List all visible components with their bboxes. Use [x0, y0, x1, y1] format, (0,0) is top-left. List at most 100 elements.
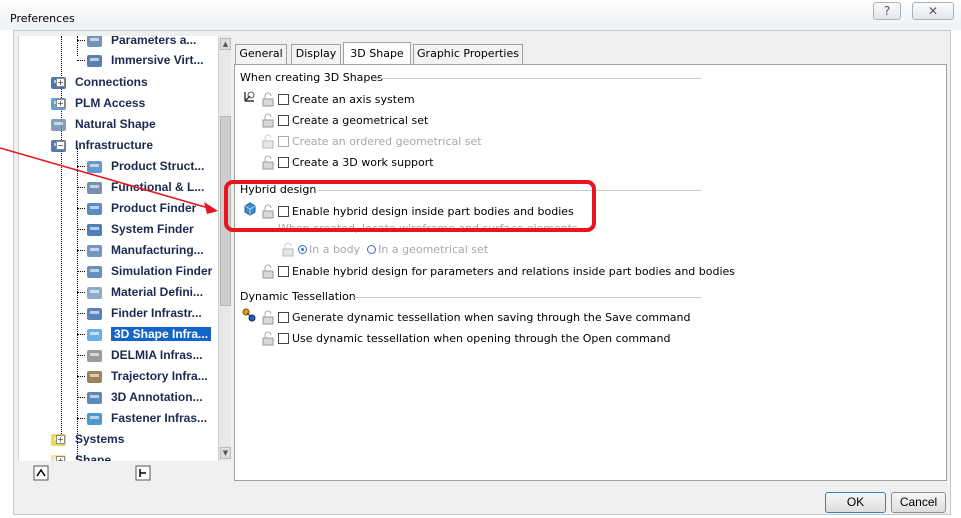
tree-item-label: Product Struct... [111, 159, 205, 173]
lock-icon [282, 242, 294, 257]
tab-display[interactable]: Display [291, 44, 341, 64]
expand-node-icon[interactable]: + [56, 99, 65, 108]
option-create-geometrical-set[interactable]: Create a geometrical set [260, 112, 428, 128]
checkbox[interactable] [278, 94, 289, 105]
locate-radio-group: In a body In a geometrical set [280, 241, 488, 257]
option-label: Generate dynamic tessellation when savin… [292, 311, 691, 324]
option-label: Create a 3D work support [292, 156, 434, 169]
tree-item-material[interactable]: Material Defini... [85, 282, 203, 302]
tree-item-system-finder[interactable]: System Finder [85, 219, 194, 239]
tree-item-label: Functional & L... [111, 180, 205, 194]
tab-general[interactable]: General [235, 44, 287, 64]
option-label: Create an ordered geometrical set [292, 135, 482, 148]
option-label: Create an axis system [292, 93, 415, 106]
checkbox[interactable] [278, 157, 289, 168]
lock-icon[interactable] [260, 112, 276, 128]
checkbox[interactable] [278, 266, 289, 277]
help-button[interactable]: ? [873, 2, 901, 20]
cancel-button[interactable]: Cancel [891, 492, 946, 513]
option-create-axis-system[interactable]: Create an axis system [260, 91, 415, 107]
collapse-tree-icon[interactable] [31, 463, 51, 483]
tree-item-annotation[interactable]: 3D Annotation... [85, 387, 203, 407]
tree-item-label: Fastener Infras... [111, 411, 208, 425]
radio-label: In a body [309, 243, 361, 256]
tree-item-label: DELMIA Infras... [111, 348, 203, 362]
tree-item-label: Finder Infrastr... [111, 306, 202, 320]
tree-scrollbar[interactable]: ▲ ▼ [218, 36, 231, 461]
radio-label: In a geometrical set [378, 243, 489, 256]
checkbox[interactable] [278, 115, 289, 126]
section-title-creating: When creating 3D Shapes [240, 71, 383, 84]
tree-item-label: 3D Shape Infra... [111, 327, 212, 341]
tree-item-manufacturing[interactable]: Manufacturing... [85, 240, 204, 260]
lock-icon[interactable] [260, 91, 276, 107]
finder-infra-icon [87, 307, 102, 320]
product-finder-icon [87, 202, 102, 215]
help-icon: ? [883, 4, 891, 18]
option-enable-hybrid-parameters[interactable]: Enable hybrid design for parameters and … [260, 263, 735, 279]
tree-item-label: Manufacturing... [111, 243, 204, 257]
ok-button[interactable]: OK [825, 492, 886, 513]
tree-item-finder-infra[interactable]: Finder Infrastr... [85, 303, 202, 323]
checkbox[interactable] [278, 312, 289, 323]
tree-item-shape-infra[interactable]: 3D Shape Infra... [85, 324, 212, 344]
tessellation-icon [242, 308, 256, 322]
radio-in-geometrical-set [367, 245, 377, 254]
close-button[interactable]: ✕ [912, 2, 954, 20]
tree-item-functional[interactable]: Functional & L... [85, 177, 204, 197]
section-title-tessellation: Dynamic Tessellation [240, 290, 356, 303]
title-bar: Preferences ? ✕ [0, 0, 961, 30]
expand-node-icon[interactable]: + [56, 435, 65, 444]
radio-in-a-body [298, 245, 307, 254]
trajectory-icon [87, 370, 102, 383]
lock-icon[interactable] [260, 309, 276, 325]
section-divider [375, 78, 701, 79]
checkbox [278, 136, 289, 147]
option-create-ordered-geometrical-set: Create an ordered geometrical set [260, 133, 482, 149]
tree-item-product-finder[interactable]: Product Finder [85, 198, 196, 218]
tree-item-label: Systems [75, 432, 125, 446]
expand-tree-icon[interactable] [133, 463, 153, 483]
option-create-3d-work-support[interactable]: Create a 3D work support [260, 154, 434, 170]
parameters-icon [87, 36, 102, 47]
lock-icon[interactable] [260, 154, 276, 170]
option-tessellation-open[interactable]: Use dynamic tessellation when opening th… [260, 330, 671, 346]
tree-item-label: System Finder [111, 222, 194, 236]
collapse-node-icon[interactable]: − [56, 141, 65, 150]
section-divider [352, 297, 701, 298]
lock-icon[interactable] [260, 330, 276, 346]
expand-node-icon[interactable]: + [56, 78, 65, 87]
functional-icon [87, 181, 102, 194]
expand-node-icon[interactable]: + [56, 456, 65, 461]
manufacturing-icon [87, 244, 102, 257]
tree-item-label: Infrastructure [75, 138, 154, 152]
tree-item-fastener[interactable]: Fastener Infras... [85, 408, 207, 428]
tree-item-immersive[interactable]: Immersive Virt... [85, 50, 204, 70]
delmia-icon [87, 349, 102, 362]
scroll-down-icon[interactable]: ▼ [220, 447, 231, 459]
option-tessellation-save[interactable]: Generate dynamic tessellation when savin… [260, 309, 690, 325]
natural-shape-icon [51, 118, 66, 131]
tab-graphic-properties[interactable]: Graphic Properties [413, 44, 523, 64]
tree-item-label: Natural Shape [75, 117, 156, 131]
tree-item-delmia[interactable]: DELMIA Infras... [85, 345, 203, 365]
checkbox[interactable] [278, 333, 289, 344]
scroll-up-icon[interactable]: ▲ [220, 38, 231, 50]
tree-item-natural-shape[interactable]: Natural Shape [49, 114, 156, 134]
product-structure-icon [87, 160, 102, 173]
tree-item-trajectory[interactable]: Trajectory Infra... [85, 366, 208, 386]
tree-item-product-structure[interactable]: Product Struct... [85, 156, 204, 176]
lock-icon[interactable] [260, 263, 276, 279]
tree-item-label: Shape [75, 453, 112, 461]
tree-item-label: PLM Access [75, 96, 146, 110]
immersive-icon [87, 54, 102, 67]
tree-item-label: Immersive Virt... [111, 53, 204, 67]
tree-item-simulation-finder[interactable]: Simulation Finder [85, 261, 212, 281]
tab-3d-shape[interactable]: 3D Shape [343, 42, 411, 64]
category-tree[interactable]: Parameters a... Immersive Virt... Connecti… [18, 36, 218, 461]
tree-item-label: Parameters a... [111, 36, 197, 47]
option-label: Use dynamic tessellation when opening th… [292, 332, 671, 345]
tree-item-label: 3D Annotation... [111, 390, 203, 404]
window-title: Preferences [10, 12, 75, 25]
tree-item-parameters[interactable]: Parameters a... [85, 36, 196, 50]
